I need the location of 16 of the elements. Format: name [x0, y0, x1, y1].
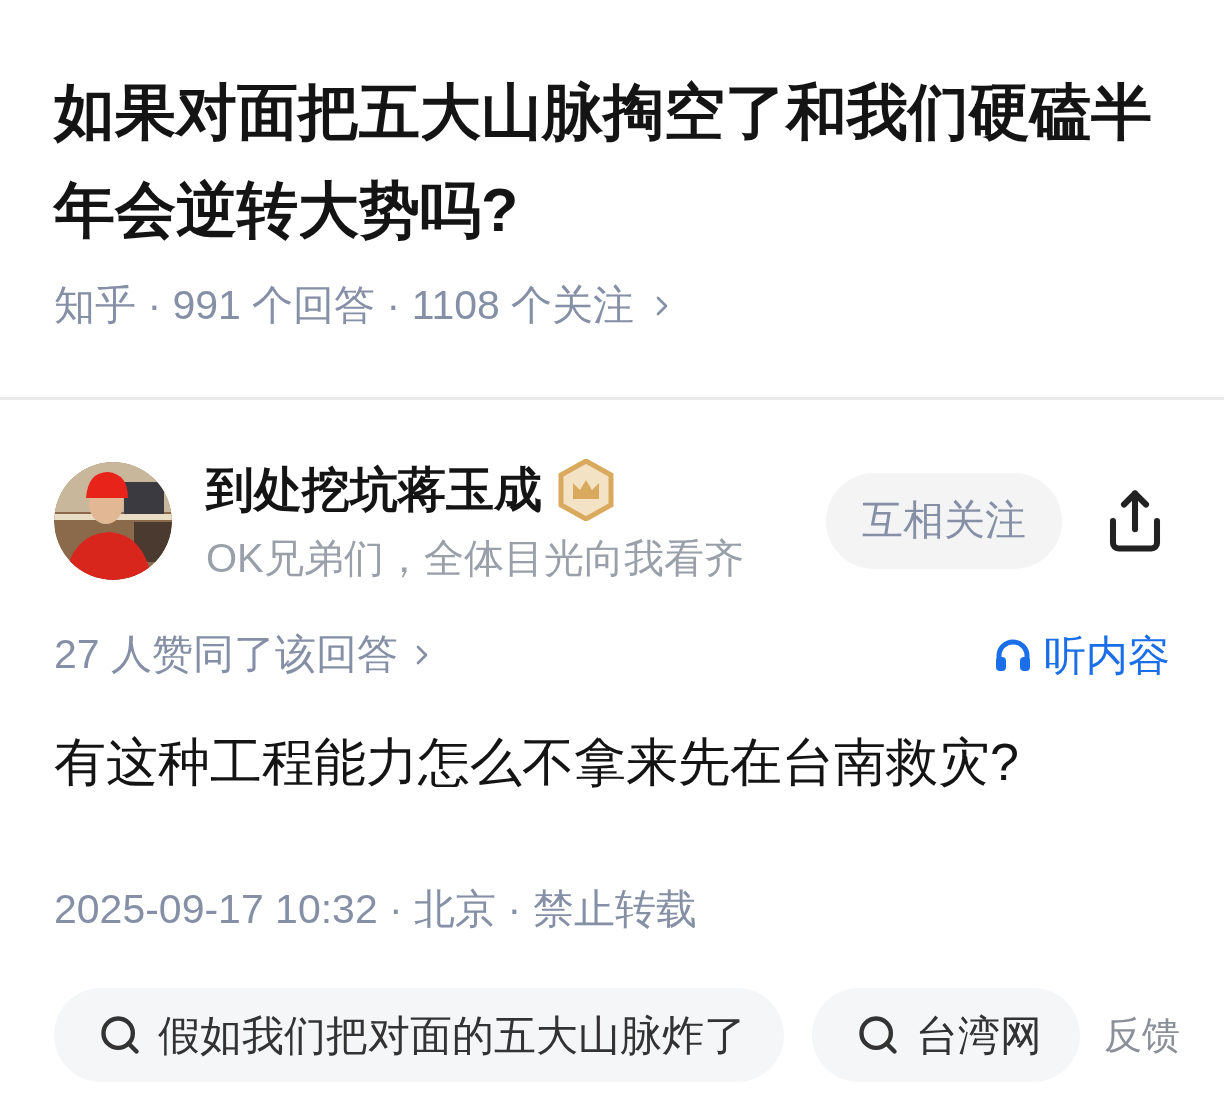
- answer-text: 有这种工程能力怎么不拿来先在台南救灾?: [54, 731, 1020, 793]
- search-icon: [98, 1013, 142, 1057]
- question-meta[interactable]: 知乎 · 991 个回答 · 1108 个关注: [54, 275, 635, 337]
- headphones-icon: [994, 637, 1032, 673]
- follow-button[interactable]: 互相关注: [826, 472, 1062, 569]
- related-search-chip[interactable]: 假如我们把对面的五大山脉炸了: [54, 988, 784, 1082]
- search-icon: [856, 1013, 900, 1057]
- author-name[interactable]: 到处挖坑蒋玉成: [206, 453, 542, 526]
- vote-count[interactable]: 27 人赞同了该回答: [54, 624, 398, 686]
- question-title: 如果对面把五大山脉掏空了和我们硬磕半年会逆转大势吗?: [54, 77, 1153, 246]
- related-search-chip[interactable]: 台湾网: [812, 988, 1080, 1082]
- listen-button[interactable]: 听内容: [994, 623, 1170, 687]
- author-bio: OK兄弟们，全体目光向我看齐: [206, 534, 745, 582]
- feedback-link[interactable]: 反馈: [1104, 1006, 1180, 1064]
- crown-badge-icon: [558, 458, 614, 521]
- answer-footer: 2025-09-17 10:32 · 北京 · 禁止转载: [54, 878, 1170, 940]
